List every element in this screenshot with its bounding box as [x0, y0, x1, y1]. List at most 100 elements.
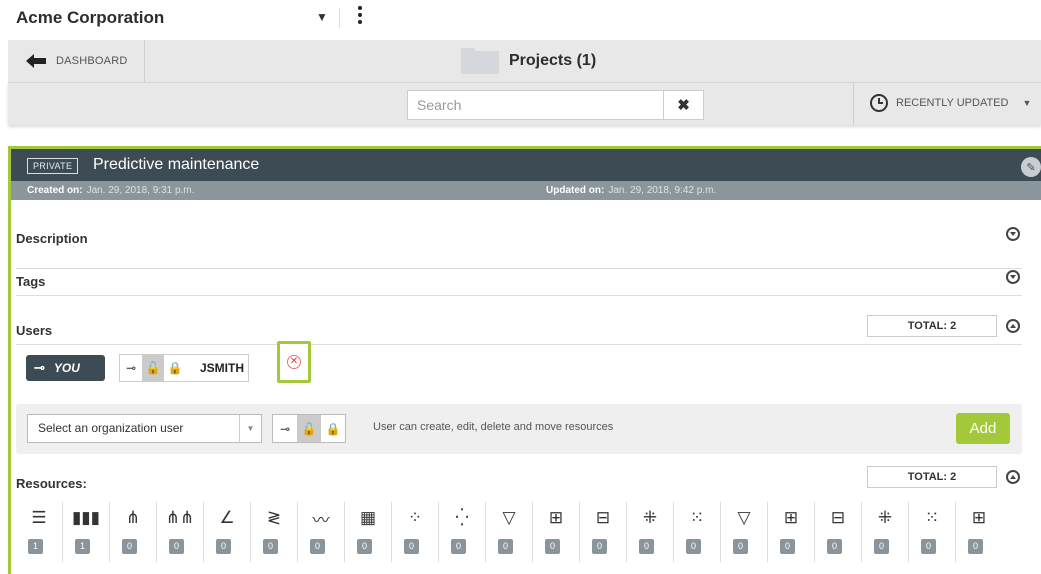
resource-item[interactable]: ⊞ 0 [956, 502, 1003, 562]
resource-count: 0 [874, 539, 889, 554]
divider [853, 83, 854, 125]
folder-icon [461, 48, 499, 74]
resource-item[interactable]: ☰ 1 [16, 502, 63, 562]
resource-count: 1 [28, 539, 43, 554]
resource-item[interactable]: ⋔ 0 [110, 502, 157, 562]
remove-icon: ✕ [287, 355, 301, 369]
organization-name[interactable]: Acme Corporation [16, 8, 164, 28]
cluster-grid-icon: ▦ [359, 508, 377, 527]
resource-count: 0 [122, 539, 137, 554]
resource-item[interactable]: ⁛ 0 [439, 502, 486, 562]
description-label: Description [16, 231, 88, 246]
resources-total: TOTAL: 2 [867, 466, 997, 488]
resource-item[interactable]: ▽ 0 [486, 502, 533, 562]
collapse-icon[interactable] [1006, 319, 1020, 333]
logistic-regression-icon: ∠ [219, 508, 235, 527]
created-date: Created on: Jan. 29, 2018, 9:31 p.m. [27, 185, 194, 196]
project-title[interactable]: Predictive maintenance [93, 156, 259, 174]
sort-dropdown[interactable]: RECENTLY UPDATED ▼ [870, 94, 1031, 112]
resource-item[interactable]: ▽ 0 [721, 502, 768, 562]
anomaly-icon: ⁛ [455, 508, 469, 527]
resource-count: 0 [498, 539, 513, 554]
navigation-bar: DASHBOARD Projects (1) [8, 40, 1041, 82]
clock-icon [870, 94, 888, 112]
unlock-icon[interactable]: 🔓 [297, 415, 321, 442]
key-icon[interactable]: ⊸ [120, 355, 142, 381]
select-label: Select an organization user [38, 421, 184, 435]
search-input[interactable] [407, 90, 664, 120]
expand-icon[interactable] [1006, 270, 1020, 284]
privacy-badge: PRIVATE [27, 158, 79, 174]
resources-label: Resources: [16, 476, 87, 491]
resource-item[interactable]: ⋔⋔ 0 [157, 502, 204, 562]
resource-item[interactable]: ⁜ 0 [627, 502, 674, 562]
users-total: TOTAL: 2 [867, 315, 997, 337]
collapse-icon[interactable] [1006, 470, 1020, 484]
resource-count: 0 [451, 539, 466, 554]
created-label: Created on: [27, 185, 83, 196]
resources-section: Resources: TOTAL: 2 [16, 466, 1022, 496]
tags-label: Tags [16, 274, 46, 289]
resource-item[interactable]: ▦ 0 [345, 502, 392, 562]
updated-date: Updated on: Jan. 29, 2018, 9:42 p.m. [546, 185, 716, 196]
resource-item[interactable]: ∠ 0 [204, 502, 251, 562]
pencil-icon[interactable]: ✎ [1021, 157, 1041, 177]
page-title-text: Projects (1) [509, 52, 597, 69]
resource-item[interactable]: ⁘ 0 [392, 502, 439, 562]
resource-item[interactable]: ⊞ 0 [533, 502, 580, 562]
clear-search-icon[interactable]: ✖ [664, 90, 704, 120]
resource-item[interactable]: ▮▮▮ 1 [63, 502, 110, 562]
description-section[interactable]: Description [16, 227, 1022, 269]
resource-count: 0 [216, 539, 231, 554]
created-value: Jan. 29, 2018, 9:31 p.m. [86, 185, 195, 196]
unlock-icon[interactable]: 🔓 [142, 355, 164, 381]
batch-anomaly-score-icon: ⁙ [924, 508, 940, 527]
chevron-down-icon: ▼ [1022, 98, 1032, 108]
resource-item[interactable]: ⊟ 0 [580, 502, 627, 562]
resource-list: ☰ 1 ▮▮▮ 1 ⋔ 0 ⋔⋔ 0 ∠ 0 ≷ 0 〰 0 ▦ 0 ⁘ 0 ⁛ 0 ▽ 0 ⊞ 0 ⊟ 0 ⁜ 0 ⁙ 0 ▽ 0 ⊞ 0 ⊟ 0 ⁜… [16, 502, 1026, 562]
users-section: Users TOTAL: 2 [16, 313, 1022, 345]
resource-count: 0 [921, 539, 936, 554]
centroid-icon: ▽ [737, 508, 751, 527]
arrow-left-icon [26, 54, 46, 68]
lock-icon[interactable]: 🔒 [164, 355, 186, 381]
expand-icon[interactable] [1006, 227, 1020, 241]
key-icon[interactable]: ⊸ [273, 415, 297, 442]
evaluation-icon: ⊟ [830, 508, 846, 527]
more-options-icon[interactable] [356, 4, 364, 30]
resource-item[interactable]: ⁜ 0 [862, 502, 909, 562]
back-label: DASHBOARD [56, 55, 128, 67]
tags-section[interactable]: Tags [16, 269, 1022, 296]
back-to-dashboard-button[interactable]: DASHBOARD [8, 40, 145, 82]
current-user-badge: ⊸ YOU [26, 355, 105, 381]
current-user-label: YOU [53, 361, 80, 375]
cluster-icon: ⁘ [407, 508, 423, 527]
resource-count: 0 [733, 539, 748, 554]
resource-count: 0 [592, 539, 607, 554]
database-icon: ☰ [31, 508, 47, 527]
organization-dropdown-icon[interactable]: ▼ [316, 10, 328, 24]
resource-count: 0 [968, 539, 983, 554]
user-name: JSMITH [200, 361, 245, 375]
resource-item[interactable]: ⊟ 0 [815, 502, 862, 562]
organization-user-select[interactable]: Select an organization user ▼ [27, 414, 262, 443]
resource-item[interactable]: ⁙ 0 [909, 502, 956, 562]
remove-user-button[interactable]: ✕ [277, 341, 311, 383]
permission-description: User can create, edit, delete and move r… [373, 421, 614, 433]
add-user-button[interactable]: Add [956, 413, 1010, 444]
deepnet-icon: ≷ [266, 508, 282, 527]
batch-prediction-icon: ⁙ [689, 508, 705, 527]
resource-item[interactable]: ≷ 0 [251, 502, 298, 562]
resource-count: 0 [686, 539, 701, 554]
resource-count: 0 [780, 539, 795, 554]
resource-count: 1 [75, 539, 90, 554]
prediction-icon: ⁜ [642, 508, 658, 527]
ensemble-icon: ⋔⋔ [165, 508, 195, 527]
resource-item[interactable]: ⁙ 0 [674, 502, 721, 562]
key-icon: ⊸ [34, 360, 45, 375]
users-label: Users [16, 323, 53, 338]
resource-count: 0 [404, 539, 419, 554]
lock-icon[interactable]: 🔒 [321, 415, 345, 442]
resource-item[interactable]: ⊞ 0 [768, 502, 815, 562]
resource-item[interactable]: 〰 0 [298, 502, 345, 562]
